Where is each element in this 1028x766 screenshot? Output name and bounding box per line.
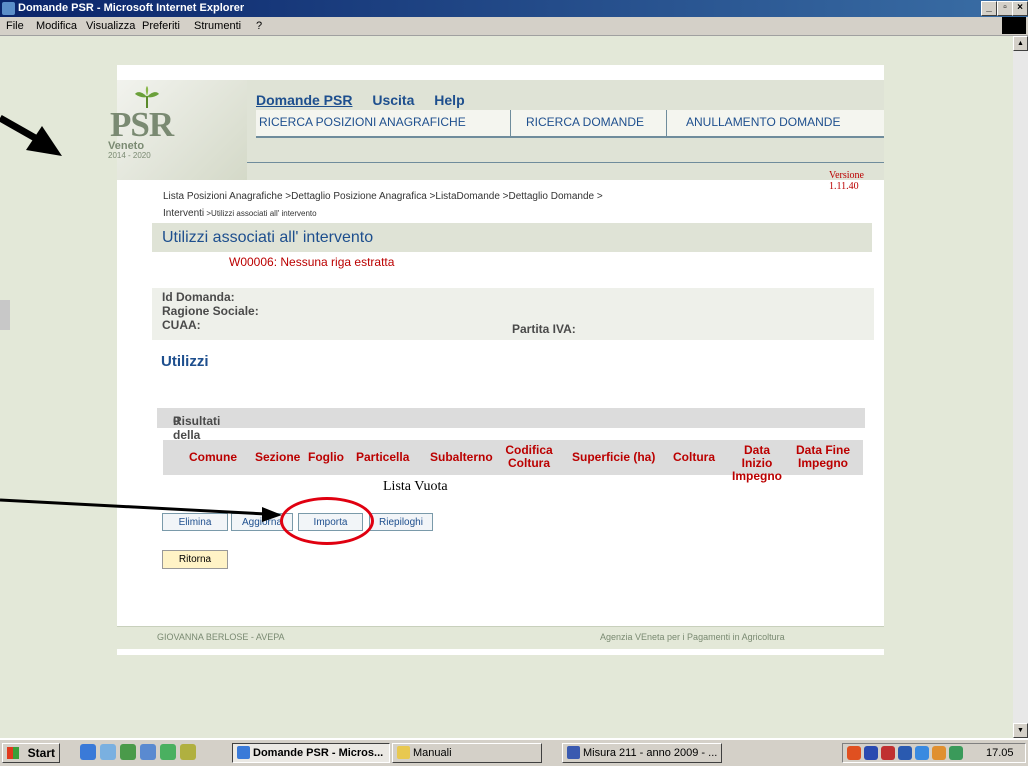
- section-title: Utilizzi: [161, 353, 209, 370]
- tray-icon[interactable]: [949, 746, 963, 760]
- app-icon[interactable]: [180, 744, 196, 760]
- explorer-icon[interactable]: [120, 744, 136, 760]
- task-manuali[interactable]: Manuali: [392, 743, 542, 763]
- col-subalterno: Subalterno: [430, 450, 493, 464]
- nav-help[interactable]: Help: [434, 92, 464, 108]
- tray-icon[interactable]: [864, 746, 878, 760]
- breadcrumb-current: >Utilizzi associati all' intervento: [204, 209, 317, 218]
- tray-icon[interactable]: [932, 746, 946, 760]
- web-page: PSR Veneto 2014 - 2020 Domande PSR Uscit…: [108, 65, 884, 655]
- col-codifica-coltura: Codifica Coltura: [505, 443, 553, 470]
- page-footer: GIOVANNA BERLOSE - AVEPA Agenzia VEneta …: [117, 626, 884, 649]
- col-data-fine: Data Fine Impegno: [795, 443, 850, 470]
- label-ragione-sociale: Ragione Sociale:: [162, 304, 259, 318]
- annotation-circle: [280, 497, 374, 545]
- windows-logo-icon: [1002, 17, 1026, 34]
- menu-help[interactable]: ?: [256, 20, 262, 32]
- minimize-button[interactable]: _: [981, 1, 997, 16]
- close-button[interactable]: ×: [1012, 1, 1028, 16]
- menu-strumenti[interactable]: Strumenti: [194, 20, 241, 32]
- tab-ricerca-domande[interactable]: RICERCA DOMANDE: [526, 115, 644, 129]
- ie-quicklaunch-icon[interactable]: [80, 744, 96, 760]
- tray-icon[interactable]: [881, 746, 895, 760]
- footer-user: GIOVANNA BERLOSE - AVEPA: [157, 632, 285, 642]
- tray-icon[interactable]: [915, 746, 929, 760]
- page-title-bar: Utilizzi associati all' intervento: [152, 223, 872, 252]
- top-nav: Domande PSR Uscita Help: [256, 92, 481, 108]
- table-header: Comune Sezione Foglio Particella Subalte…: [163, 440, 863, 483]
- task-misura-211[interactable]: Misura 211 - anno 2009 - ...: [562, 743, 722, 763]
- info-panel: Id Domanda: Ragione Sociale: CUAA: Parti…: [152, 288, 874, 340]
- label-partita-iva: Partita IVA:: [512, 322, 576, 336]
- start-button[interactable]: Start: [2, 743, 60, 763]
- empty-list-message: Lista Vuota: [383, 479, 448, 494]
- maximize-button[interactable]: ▫: [997, 1, 1013, 16]
- task-label: Misura 211 - anno 2009 - ...: [583, 747, 718, 759]
- menu-file[interactable]: File: [6, 20, 24, 32]
- tab-divider: [666, 110, 667, 136]
- scroll-up-icon[interactable]: ▲: [1013, 36, 1028, 51]
- breadcrumb-line1[interactable]: Lista Posizioni Anagrafiche >Dettaglio P…: [163, 191, 603, 202]
- tab-divider: [510, 110, 511, 136]
- ie-icon: [2, 2, 15, 15]
- elimina-button[interactable]: Elimina: [162, 513, 228, 531]
- side-panel: [0, 300, 10, 330]
- window-title: Domande PSR - Microsoft Internet Explore…: [18, 2, 245, 14]
- col-foglio: Foglio: [308, 450, 344, 464]
- logo-text: PSR: [110, 105, 174, 144]
- page-header: PSR Veneto 2014 - 2020 Domande PSR Uscit…: [108, 80, 884, 180]
- psr-logo: PSR Veneto 2014 - 2020: [108, 80, 247, 180]
- col-comune: Comune: [189, 450, 237, 464]
- tray-icon[interactable]: [898, 746, 912, 760]
- window-title-bar: Domande PSR - Microsoft Internet Explore…: [0, 0, 1028, 17]
- col-superficie: Superficie (ha): [572, 450, 656, 464]
- scroll-down-icon[interactable]: ▼: [1013, 723, 1028, 738]
- col-sezione: Sezione: [255, 450, 301, 464]
- breadcrumb-interventi[interactable]: Interventi: [163, 208, 204, 219]
- desktop-icon[interactable]: [140, 744, 156, 760]
- start-flag-icon: [7, 747, 19, 759]
- taskbar: Start Domande PSR - Micros... Manuali Mi…: [0, 739, 1028, 766]
- nav-uscita[interactable]: Uscita: [372, 92, 414, 108]
- menu-preferiti[interactable]: Preferiti: [142, 20, 180, 32]
- version-label: Versione 1.11.40: [829, 170, 864, 192]
- start-label: Start: [27, 746, 55, 760]
- error-message: W00006: Nessuna riga estratta: [229, 255, 395, 269]
- folder-icon: [397, 746, 410, 759]
- tab-ricerca-posizioni[interactable]: RICERCA POSIZIONI ANAGRAFICHE: [259, 115, 466, 129]
- nav-domande-psr[interactable]: Domande PSR: [256, 92, 352, 108]
- menu-bar: File Modifica Visualizza Preferiti Strum…: [0, 17, 1028, 36]
- media-icon[interactable]: [160, 744, 176, 760]
- word-icon: [567, 746, 580, 759]
- results-count: 0: [173, 414, 180, 428]
- tray-icon[interactable]: [847, 746, 861, 760]
- page-title: Utilizzi associati all' intervento: [162, 229, 374, 246]
- vertical-scrollbar[interactable]: ▲ ▼: [1013, 36, 1028, 738]
- breadcrumb: Lista Posizioni Anagrafiche >Dettaglio P…: [163, 188, 723, 222]
- riepiloghi-button[interactable]: Riepiloghi: [369, 513, 433, 531]
- system-tray: 17.05: [842, 743, 1026, 763]
- label-cuaa: CUAA:: [162, 318, 201, 332]
- tab-bar: RICERCA POSIZIONI ANAGRAFICHE RICERCA DO…: [256, 110, 884, 138]
- col-particella: Particella: [356, 450, 410, 464]
- results-bar: Risultati della ricerca: 0: [157, 408, 865, 456]
- outlook-icon[interactable]: [100, 744, 116, 760]
- header-divider: [247, 162, 884, 163]
- menu-modifica[interactable]: Modifica: [36, 20, 77, 32]
- task-domande-psr[interactable]: Domande PSR - Micros...: [232, 743, 390, 763]
- ie-icon: [237, 746, 250, 759]
- logo-years: 2014 - 2020: [108, 151, 151, 160]
- footer-agency: Agenzia VEneta per i Pagamenti in Agrico…: [600, 632, 785, 642]
- col-data-inizio: Data Inizio Impegno: [732, 443, 782, 483]
- label-id-domanda: Id Domanda:: [162, 290, 235, 304]
- col-coltura: Coltura: [673, 450, 715, 464]
- task-label: Manuali: [413, 747, 452, 759]
- task-label: Domande PSR - Micros...: [253, 747, 384, 759]
- menu-visualizza[interactable]: Visualizza: [86, 20, 135, 32]
- tab-annullamento[interactable]: ANULLAMENTO DOMANDE: [686, 115, 840, 129]
- clock: 17.05: [986, 747, 1014, 759]
- ritorna-button[interactable]: Ritorna: [162, 550, 228, 569]
